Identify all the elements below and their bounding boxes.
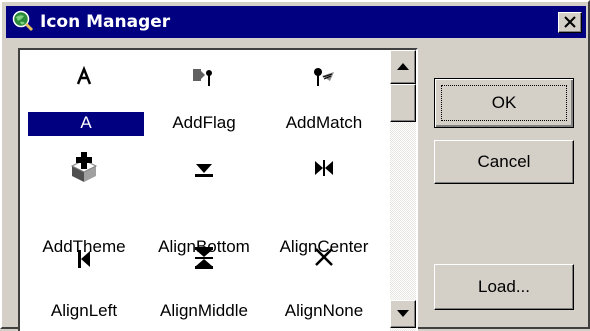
align-left-icon xyxy=(24,248,144,274)
scroll-up-arrow-icon xyxy=(397,63,409,70)
list-item-label: AddFlag xyxy=(172,113,236,132)
ok-button-label: OK xyxy=(441,85,567,121)
list-item-label: AlignLeft xyxy=(50,301,118,320)
align-none-icon xyxy=(264,246,384,272)
ok-button[interactable]: OK xyxy=(434,78,574,128)
scroll-down-arrow-icon xyxy=(397,310,409,317)
cancel-button[interactable]: Cancel xyxy=(434,140,574,184)
load-button[interactable]: Load... xyxy=(434,264,574,310)
icon-list-box: A AddFlag AddMatch AddTheme AlignBottom … xyxy=(18,48,418,331)
list-item[interactable]: AlignBottom xyxy=(144,140,264,256)
globe-magnifier-icon xyxy=(12,10,34,32)
scroll-up-button[interactable] xyxy=(390,50,416,84)
list-item[interactable]: AddTheme xyxy=(24,140,144,256)
add-theme-icon xyxy=(24,152,144,182)
list-item-label: AlignNone xyxy=(284,301,364,320)
icon-manager-dialog: Icon Manager A AddFlag AddMatch AddTheme… xyxy=(0,0,590,331)
vertical-scrollbar[interactable] xyxy=(390,50,416,331)
close-icon xyxy=(564,16,576,28)
close-button[interactable] xyxy=(558,12,582,33)
align-bottom-icon xyxy=(144,160,264,186)
align-middle-icon xyxy=(144,246,264,272)
scroll-down-button[interactable] xyxy=(390,300,416,328)
align-center-icon xyxy=(264,158,384,184)
list-item[interactable]: AlignLeft xyxy=(24,236,144,320)
title-bar[interactable]: Icon Manager xyxy=(6,6,586,38)
list-item[interactable] xyxy=(144,50,264,120)
list-item[interactable]: AlignNone xyxy=(264,236,384,320)
add-flag-icon xyxy=(144,66,264,92)
list-item-label: A xyxy=(28,112,144,136)
list-item[interactable]: AlignCenter xyxy=(264,140,384,256)
dialog-title: Icon Manager xyxy=(40,12,171,32)
list-item[interactable] xyxy=(264,50,384,120)
icon-grid[interactable]: A AddFlag AddMatch AddTheme AlignBottom … xyxy=(20,50,390,331)
list-item-label: AddMatch xyxy=(285,113,363,132)
list-item[interactable] xyxy=(24,50,144,120)
scroll-thumb[interactable] xyxy=(390,84,416,122)
list-item[interactable]: AlignMiddle xyxy=(144,236,264,320)
add-match-icon xyxy=(264,66,384,92)
list-item-label: AlignMiddle xyxy=(160,301,248,320)
letter-a-icon xyxy=(24,66,144,92)
